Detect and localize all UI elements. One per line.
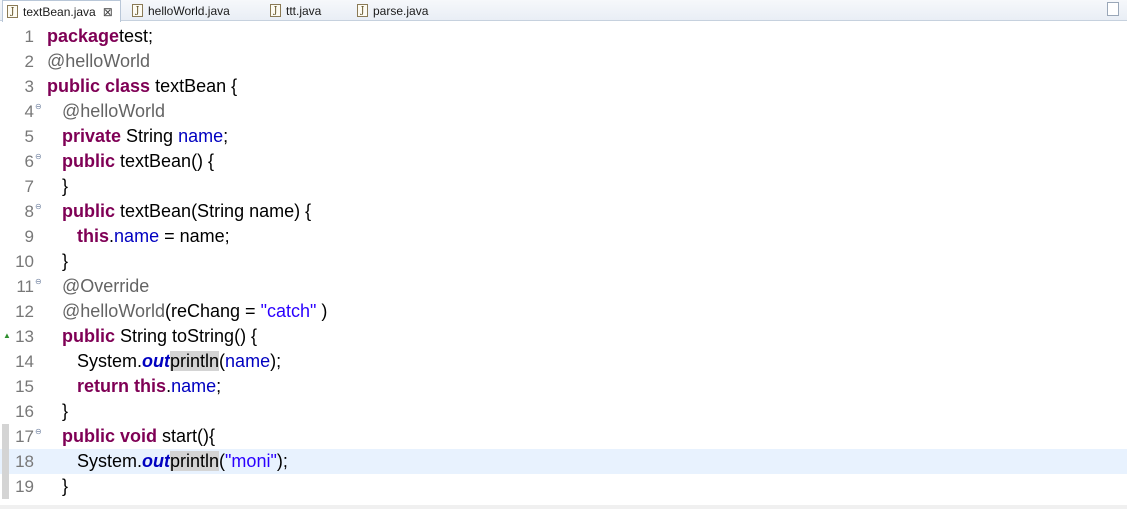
code-line[interactable]: 11 ⊖ @Override	[0, 274, 1127, 299]
line-number: 13	[15, 327, 34, 346]
tab-helloworld[interactable]: J helloWorld.java	[128, 0, 250, 21]
java-file-icon: J	[132, 4, 143, 17]
code-line[interactable]: 9 this.name = name;	[0, 224, 1127, 249]
code-text: public textBean(String name) {	[62, 201, 312, 221]
code-text: public void start(){	[62, 426, 216, 446]
tab-textbean[interactable]: J textBean.java ⊠	[2, 0, 121, 22]
line-number: 14	[15, 352, 34, 371]
code-text: }	[47, 401, 69, 421]
code-text: }	[47, 176, 69, 196]
code-line[interactable]: 15 return this.name;	[0, 374, 1127, 399]
line-number: 17	[15, 427, 34, 446]
code-editor[interactable]: 1 packagetest; 2 @helloWorld 3 public class t…	[0, 21, 1127, 509]
tab-ttt[interactable]: J ttt.java	[266, 0, 346, 21]
code-text: System.outprintln("moni");	[47, 451, 288, 471]
tab-label: ttt.java	[286, 3, 322, 18]
horizontal-scrollbar[interactable]	[0, 505, 1127, 509]
line-number: 9	[24, 227, 34, 246]
line-number: 19	[15, 477, 34, 496]
code-line[interactable]: 7 }	[0, 174, 1127, 199]
code-line[interactable]: 8 ⊖ public textBean(String name) {	[0, 199, 1127, 224]
line-number: 4	[24, 102, 34, 121]
code-line[interactable]: 14 System.outprintln(name);	[0, 349, 1127, 374]
fold-toggle-icon[interactable]: ⊖	[35, 152, 42, 161]
code-line[interactable]: ▲ 13 public String toString() {	[0, 324, 1127, 349]
code-line[interactable]: 19 }	[0, 474, 1127, 499]
java-file-icon: J	[7, 5, 18, 18]
line-number: 15	[15, 377, 34, 396]
java-file-icon: J	[357, 4, 368, 17]
editor-tab-bar: J textBean.java ⊠ J helloWorld.java J tt…	[0, 0, 1127, 22]
line-number: 5	[24, 127, 34, 146]
code-text: private String name;	[62, 126, 229, 146]
code-line[interactable]: 18 System.outprintln("moni");	[0, 449, 1127, 474]
java-file-icon: J	[270, 4, 281, 17]
code-text: @helloWorld	[62, 101, 165, 121]
line-number: 8	[24, 202, 34, 221]
line-number: 1	[24, 27, 34, 46]
code-line[interactable]: 6 ⊖ public textBean() {	[0, 149, 1127, 174]
code-text: packagetest;	[47, 26, 154, 46]
code-text: return this.name;	[77, 376, 222, 396]
code-line[interactable]: 10 }	[0, 249, 1127, 274]
code-line[interactable]: 16 }	[0, 399, 1127, 424]
tab-label: parse.java	[373, 3, 429, 18]
code-text: this.name = name;	[77, 226, 230, 246]
code-line[interactable]: 4 ⊖ @helloWorld	[0, 99, 1127, 124]
code-line[interactable]: 17 ⊖ public void start(){	[0, 424, 1127, 449]
code-text: public textBean() {	[62, 151, 215, 171]
tab-label: textBean.java	[23, 4, 96, 19]
line-number: 6	[24, 152, 34, 171]
code-text: public String toString() {	[62, 326, 258, 346]
code-text: System.outprintln(name);	[47, 351, 282, 371]
line-number: 10	[15, 252, 34, 271]
fold-toggle-icon[interactable]: ⊖	[35, 102, 42, 111]
line-number: 18	[15, 452, 34, 471]
line-number: 3	[24, 77, 34, 96]
code-text: }	[47, 251, 69, 271]
line-number: 12	[15, 302, 34, 321]
editor-area-icon	[1107, 2, 1119, 16]
code-line[interactable]: 5 private String name;	[0, 124, 1127, 149]
tab-parse[interactable]: J parse.java	[353, 0, 453, 21]
line-number: 7	[24, 177, 34, 196]
line-number: 2	[24, 52, 34, 71]
code-line[interactable]: 12 @helloWorld(reChang = "catch" )	[0, 299, 1127, 324]
fold-toggle-icon[interactable]: ⊖	[35, 427, 42, 436]
code-text: @Override	[62, 276, 150, 296]
fold-toggle-icon[interactable]: ⊖	[35, 277, 42, 286]
code-text: public class textBean {	[47, 76, 238, 96]
code-text: }	[47, 476, 69, 496]
close-icon[interactable]: ⊠	[103, 5, 113, 19]
code-line[interactable]: 1 packagetest;	[0, 24, 1127, 49]
line-number: 16	[15, 402, 34, 421]
code-line[interactable]: 3 public class textBean {	[0, 74, 1127, 99]
code-text: @helloWorld(reChang = "catch" )	[62, 301, 328, 321]
code-text: @helloWorld	[47, 51, 150, 71]
fold-toggle-icon[interactable]: ⊖	[35, 202, 42, 211]
code-line[interactable]: 2 @helloWorld	[0, 49, 1127, 74]
line-number: 11	[16, 277, 34, 296]
tab-label: helloWorld.java	[148, 3, 230, 18]
